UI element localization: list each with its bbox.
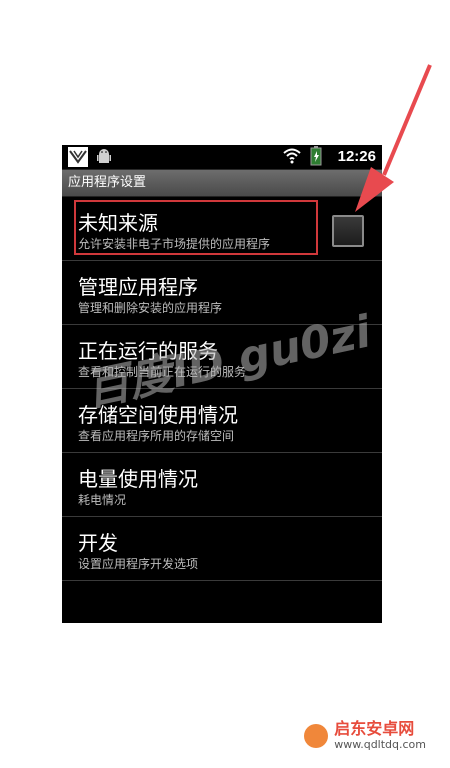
battery-icon bbox=[310, 146, 330, 166]
item-title: 电量使用情况 bbox=[78, 467, 198, 491]
item-subtitle: 查看应用程序所用的存储空间 bbox=[78, 429, 235, 443]
list-item-battery-use[interactable]: 电量使用情况 耗电情况 bbox=[62, 453, 382, 517]
clock-time: 12:26 bbox=[337, 147, 376, 165]
page-title: 应用程序设置 bbox=[62, 170, 382, 197]
list-item-unknown-sources[interactable]: 未知来源 允许安装非电子市场提供的应用程序 bbox=[62, 197, 382, 261]
item-title: 未知来源 bbox=[78, 211, 158, 235]
android-icon bbox=[94, 147, 114, 167]
item-subtitle: 允许安装非电子市场提供的应用程序 bbox=[78, 237, 271, 251]
status-bar: 12:26 bbox=[62, 145, 382, 170]
brand-name: 启东安卓网 bbox=[334, 719, 415, 738]
wind-app-icon bbox=[68, 147, 88, 167]
item-title: 开发 bbox=[78, 531, 118, 555]
item-subtitle: 设置应用程序开发选项 bbox=[78, 557, 199, 571]
item-subtitle: 管理和删除安装的应用程序 bbox=[78, 301, 223, 315]
brand-logo-icon bbox=[304, 723, 329, 748]
list-item-development[interactable]: 开发 设置应用程序开发选项 bbox=[62, 517, 382, 581]
item-title: 管理应用程序 bbox=[78, 275, 198, 299]
wifi-icon bbox=[282, 146, 302, 166]
item-subtitle: 耗电情况 bbox=[78, 493, 127, 507]
unknown-sources-checkbox[interactable] bbox=[332, 215, 364, 247]
brand-url: www.qdltdq.com bbox=[334, 738, 426, 751]
brand-logo-area: 启东安卓网 www.qdltdq.com bbox=[304, 721, 426, 750]
